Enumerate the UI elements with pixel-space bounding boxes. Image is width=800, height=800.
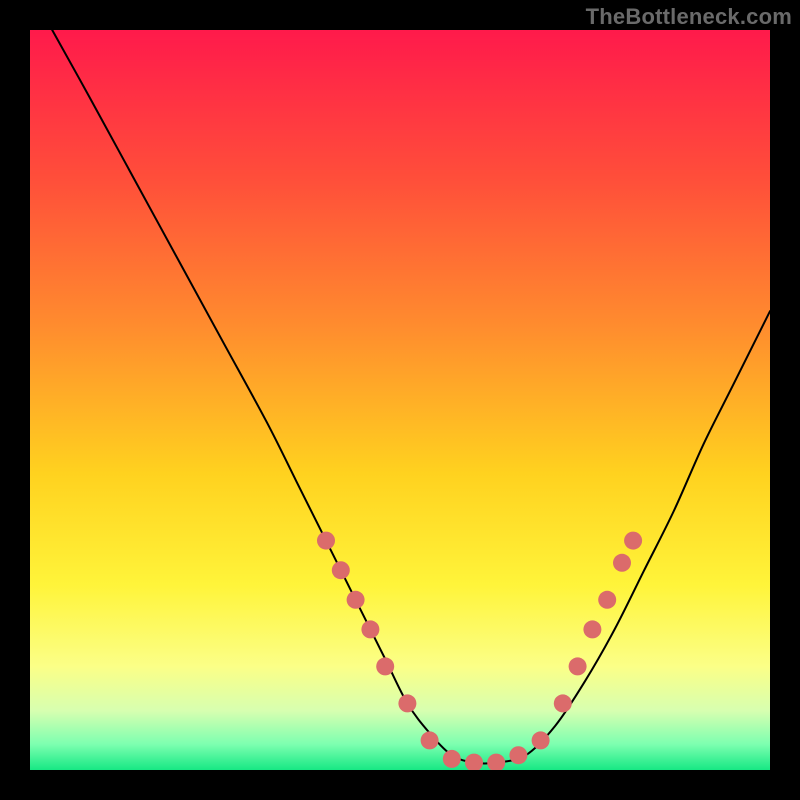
marker-point xyxy=(361,620,379,638)
marker-point xyxy=(347,591,365,609)
marker-point xyxy=(532,731,550,749)
plot-area xyxy=(30,30,770,770)
chart-frame: TheBottleneck.com xyxy=(0,0,800,800)
marker-point xyxy=(317,532,335,550)
marker-point xyxy=(624,532,642,550)
attribution-label: TheBottleneck.com xyxy=(586,4,792,30)
marker-point xyxy=(613,554,631,572)
marker-point xyxy=(598,591,616,609)
marker-point xyxy=(443,750,461,768)
chart-svg xyxy=(30,30,770,770)
marker-point xyxy=(583,620,601,638)
marker-point xyxy=(569,657,587,675)
marker-point xyxy=(509,746,527,764)
marker-point xyxy=(376,657,394,675)
marker-point xyxy=(332,561,350,579)
marker-point xyxy=(398,694,416,712)
marker-point xyxy=(421,731,439,749)
gradient-background xyxy=(30,30,770,770)
marker-point xyxy=(554,694,572,712)
